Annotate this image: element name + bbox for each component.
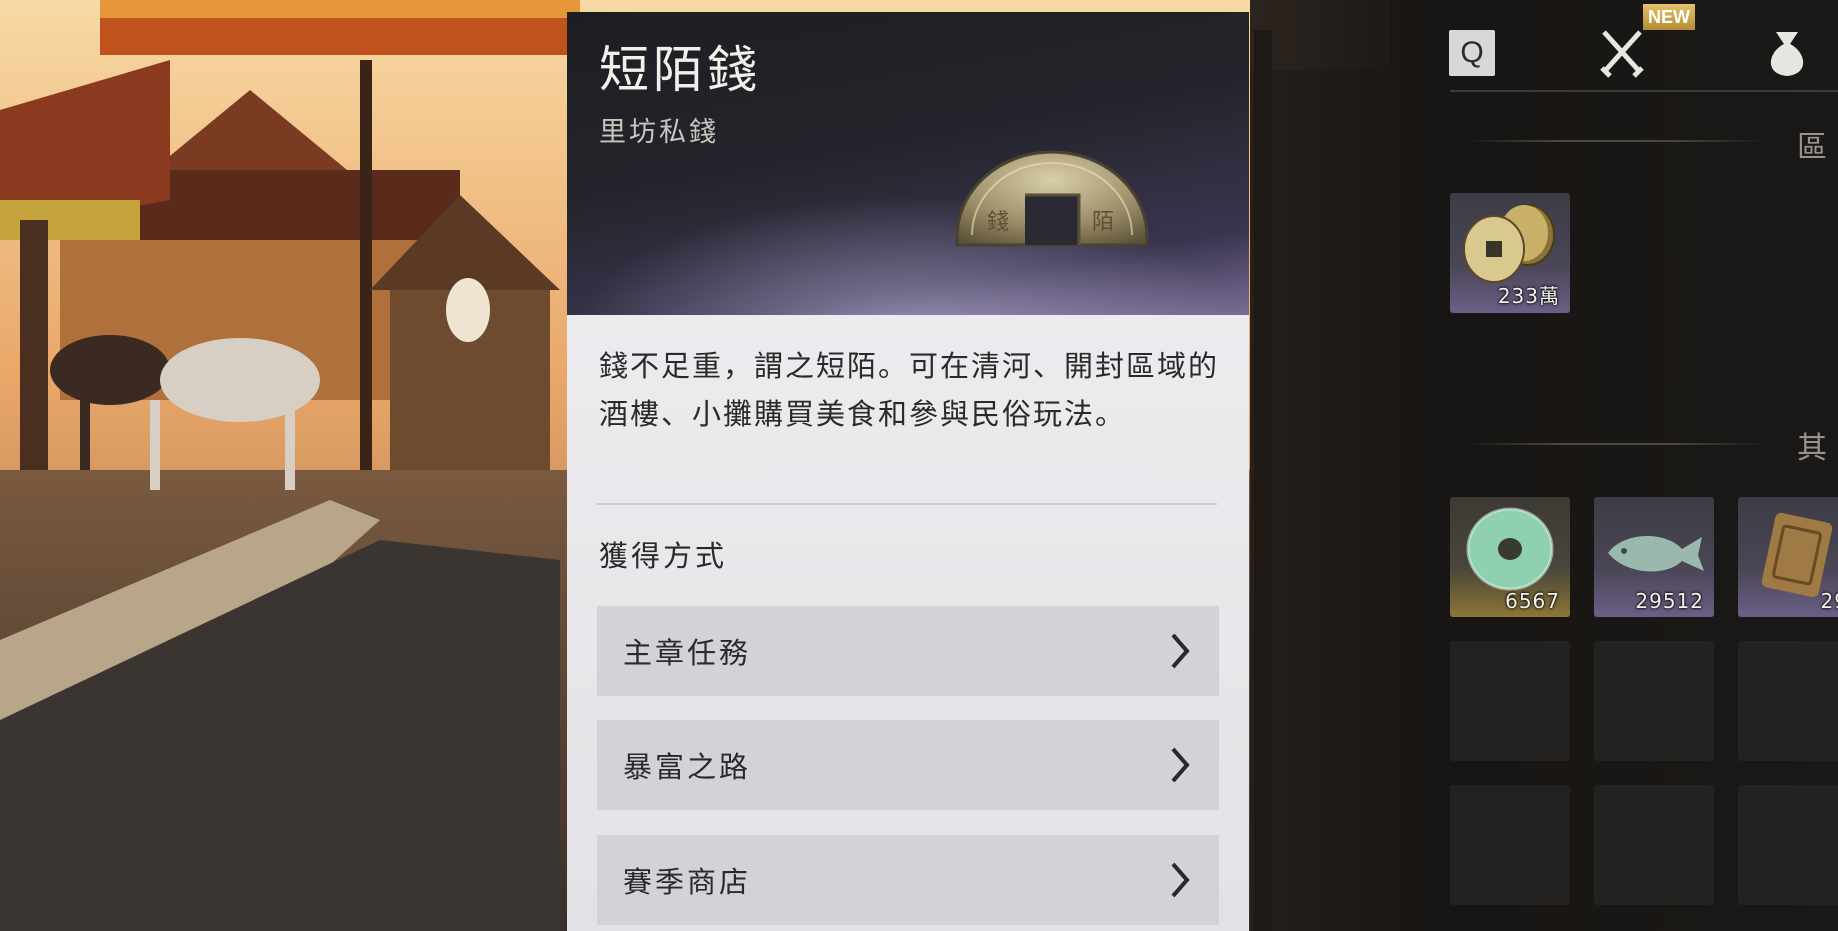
half-coin-icon: 錢 陌 — [955, 150, 1149, 247]
svg-text:陌: 陌 — [1092, 210, 1114, 235]
source-row-season-shop[interactable]: 賽季商店 — [597, 835, 1219, 925]
source-label: 暴富之路 — [623, 750, 752, 784]
chevron-right-icon — [1171, 633, 1190, 669]
item-description: 錢不足重，謂之短陌。可在清河、開封區域的酒樓、小攤購買美食和參與民俗玩法。 — [599, 349, 1220, 431]
source-row-main-quest[interactable]: 主章任務 — [597, 606, 1219, 696]
inventory-slot-empty[interactable] — [1738, 641, 1838, 761]
source-label: 賽季商店 — [623, 865, 752, 899]
crossed-swords-icon[interactable] — [1598, 28, 1646, 78]
new-badge: NEW — [1643, 4, 1695, 30]
section-label-currency: 區 — [1797, 130, 1827, 165]
inventory-slot-currency[interactable]: 233萬 — [1450, 193, 1570, 313]
section-label-other: 其 — [1797, 431, 1827, 466]
item-header: 短陌錢 里坊私錢 錢 陌 — [567, 12, 1249, 315]
chevron-right-icon — [1171, 747, 1190, 783]
item-count: 233萬 — [1497, 284, 1560, 308]
item-detail-card: 短陌錢 里坊私錢 錢 陌 錢不足重，謂之短陌。可在清河、開封區域的酒樓、小攤購買… — [567, 12, 1249, 931]
svg-text:錢: 錢 — [987, 210, 1009, 235]
section-divider — [1466, 443, 1766, 445]
source-label: 主章任務 — [623, 636, 752, 670]
chevron-right-icon — [1171, 862, 1190, 898]
item-count: 29512 — [1635, 589, 1704, 613]
inventory-slot-empty[interactable] — [1594, 641, 1714, 761]
item-info: 錢不足重，謂之短陌。可在清河、開封區域的酒樓、小攤購買美食和參與民俗玩法。 獲得… — [567, 315, 1249, 931]
inventory-slot-empty[interactable] — [1738, 785, 1838, 905]
item-count: 6567 — [1505, 589, 1560, 613]
inventory-slot[interactable]: 29 — [1738, 497, 1838, 617]
inventory-slot-empty[interactable] — [1594, 785, 1714, 905]
inventory-slot-empty[interactable] — [1450, 785, 1570, 905]
money-bag-icon[interactable] — [1766, 28, 1808, 80]
item-name: 短陌錢 — [599, 41, 761, 99]
divider — [597, 503, 1217, 505]
toolbar-divider — [1450, 90, 1838, 92]
inventory-slot[interactable]: 6567 — [1450, 497, 1570, 617]
source-row-road-to-riches[interactable]: 暴富之路 — [597, 720, 1219, 810]
item-subtitle: 里坊私錢 — [599, 117, 719, 148]
inventory-slot-empty[interactable] — [1450, 641, 1570, 761]
item-count: 29 — [1820, 589, 1838, 613]
q-key-hint[interactable]: Q — [1449, 30, 1495, 76]
inventory-slot[interactable]: 29512 — [1594, 497, 1714, 617]
obtain-methods-title: 獲得方式 — [599, 539, 728, 573]
section-divider — [1466, 140, 1766, 142]
